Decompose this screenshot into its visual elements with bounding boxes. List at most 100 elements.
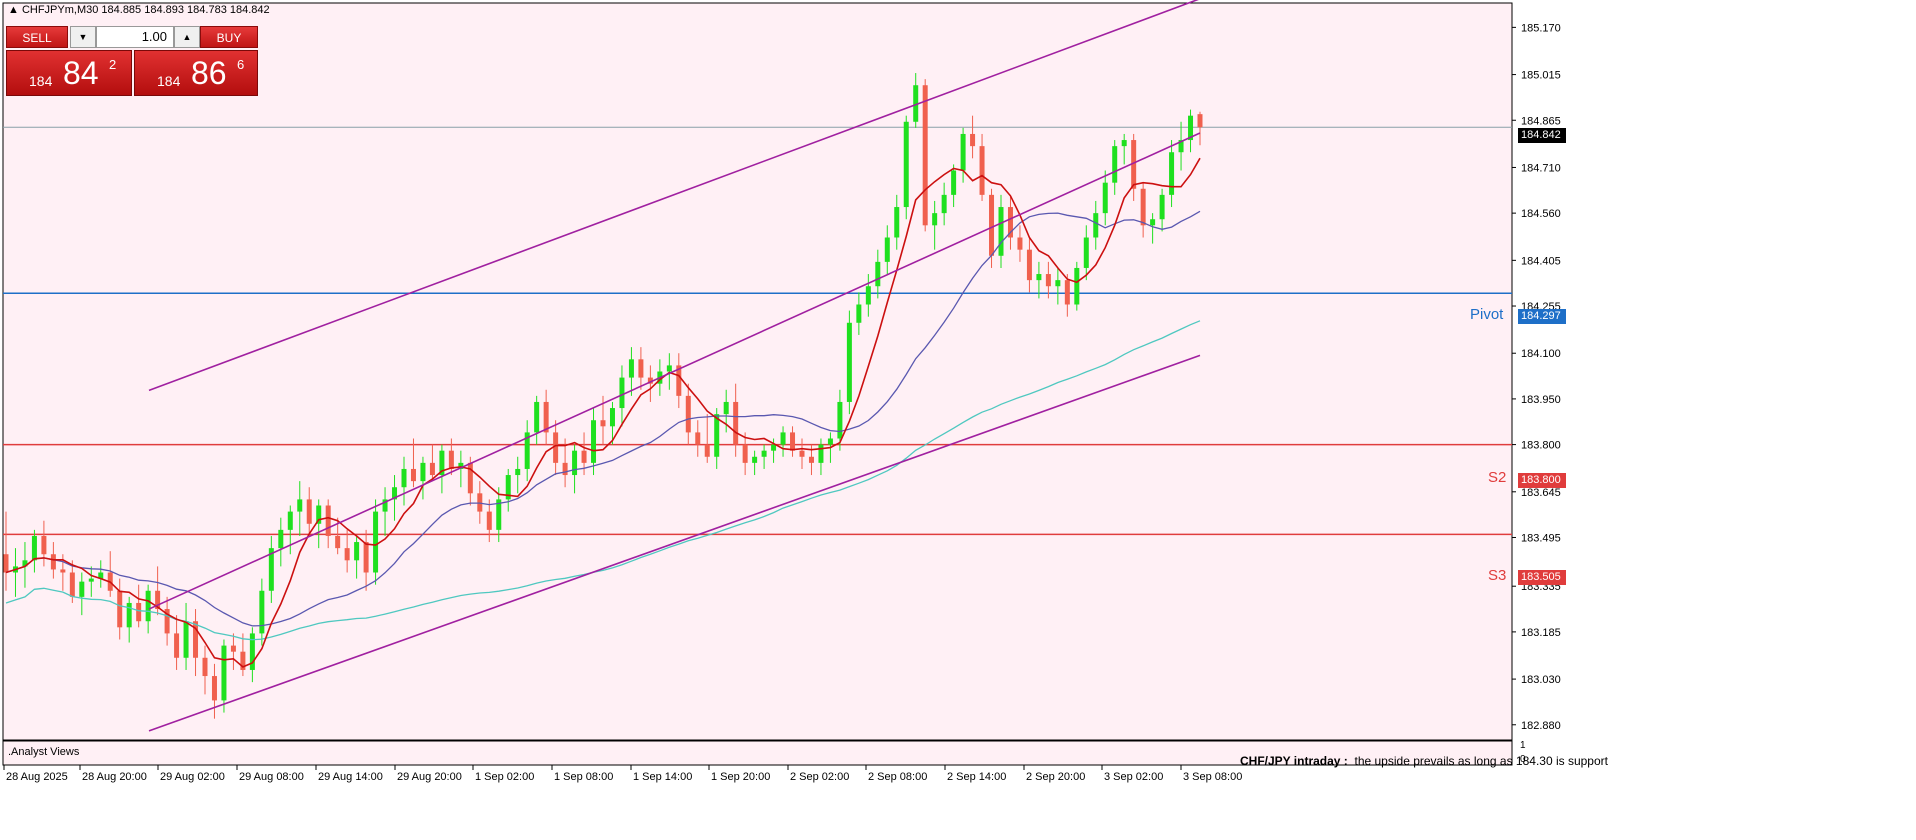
sell-price-button[interactable]: 184 84 2 bbox=[6, 50, 132, 96]
candle-body bbox=[799, 450, 805, 457]
subwindow-title: .Analyst Views bbox=[8, 746, 80, 758]
candle-body bbox=[1169, 152, 1175, 195]
candle-body bbox=[410, 468, 416, 482]
sell-price-prefix: 184 bbox=[29, 73, 53, 89]
candle-body bbox=[31, 535, 37, 561]
sell-button[interactable]: SELL bbox=[6, 26, 68, 48]
candle-body bbox=[297, 499, 303, 512]
subwindow-tick-bottom: 0 bbox=[1520, 754, 1526, 765]
candle-body bbox=[183, 621, 189, 658]
y-tick-label: 183.030 bbox=[1521, 674, 1561, 686]
x-tick-label: 29 Aug 20:00 bbox=[397, 771, 462, 783]
candle-body bbox=[951, 170, 957, 195]
candle-body bbox=[117, 590, 123, 628]
candle-body bbox=[344, 548, 350, 561]
candle-body bbox=[628, 359, 634, 378]
candle-body bbox=[420, 462, 426, 482]
candle-body bbox=[287, 511, 293, 530]
candle-body bbox=[733, 401, 739, 445]
candle-body bbox=[600, 420, 606, 427]
x-tick-label: 28 Aug 20:00 bbox=[82, 771, 147, 783]
candle-body bbox=[1074, 267, 1080, 305]
x-tick-label: 2 Sep 02:00 bbox=[790, 771, 849, 783]
chart-collapse-icon[interactable]: ▲ bbox=[8, 4, 22, 16]
candle-body bbox=[790, 432, 796, 451]
chart-area[interactable]: 185.170 185.015 184.865 184.710 184.560 184.4… bbox=[0, 0, 1916, 840]
candle-body bbox=[69, 572, 75, 597]
candle-body bbox=[562, 462, 568, 476]
price-chart[interactable]: 185.170 185.015 184.865 184.710 184.560 184.4… bbox=[0, 0, 1916, 840]
candle-body bbox=[714, 414, 720, 457]
candle-body bbox=[1159, 194, 1165, 220]
y-tick-label: 184.865 bbox=[1521, 115, 1561, 127]
candle-body bbox=[221, 645, 227, 701]
sell-price-big: 84 bbox=[63, 55, 99, 91]
y-tick-label: 183.800 bbox=[1521, 440, 1561, 452]
candle-body bbox=[742, 444, 748, 463]
candle-body bbox=[1064, 280, 1070, 305]
candle-body bbox=[202, 657, 208, 677]
candle-body bbox=[136, 602, 142, 622]
candle-body bbox=[354, 542, 360, 561]
candle-body bbox=[1112, 146, 1118, 183]
x-tick-label: 2 Sep 20:00 bbox=[1026, 771, 1085, 783]
sell-price-pip: 2 bbox=[109, 57, 117, 72]
candle-body bbox=[903, 121, 909, 208]
y-tick-label: 184.405 bbox=[1521, 255, 1561, 267]
candle-body bbox=[335, 535, 341, 549]
pivot-price-tag: 184.297 bbox=[1518, 309, 1566, 324]
candle-body bbox=[50, 554, 56, 570]
candle-body bbox=[1017, 237, 1023, 250]
x-tick-label: 1 Sep 08:00 bbox=[554, 771, 613, 783]
s3-label: S3 bbox=[1488, 567, 1507, 584]
x-tick-label: 29 Aug 08:00 bbox=[239, 771, 304, 783]
candle-body bbox=[941, 194, 947, 214]
candle-body bbox=[230, 645, 236, 652]
candle-body bbox=[1150, 219, 1156, 226]
x-tick-label: 28 Aug 2025 bbox=[6, 771, 68, 783]
x-tick-label: 2 Sep 14:00 bbox=[947, 771, 1006, 783]
candle-body bbox=[808, 456, 814, 463]
y-tick-label: 185.170 bbox=[1521, 22, 1561, 34]
candle-body bbox=[211, 676, 217, 701]
current-price-tag: 184.842 bbox=[1518, 128, 1566, 143]
s3-price-tag: 183.505 bbox=[1518, 570, 1566, 585]
candle-body bbox=[780, 432, 786, 445]
y-tick-label: 183.185 bbox=[1521, 627, 1561, 639]
candle-body bbox=[1102, 182, 1108, 214]
lot-increase-button[interactable]: ▲ bbox=[174, 26, 200, 48]
chevron-up-icon: ▲ bbox=[182, 32, 192, 42]
candle-body bbox=[515, 468, 521, 476]
candle-body bbox=[695, 432, 701, 445]
candle-body bbox=[1036, 274, 1042, 281]
y-tick-label: 183.495 bbox=[1521, 532, 1561, 544]
candle-body bbox=[609, 408, 615, 427]
buy-price-prefix: 184 bbox=[157, 73, 181, 89]
candle-body bbox=[752, 456, 758, 463]
analyst-view-text: CHF/JPY intraday : the upside prevails a… bbox=[1240, 754, 1608, 768]
candle-body bbox=[723, 401, 729, 415]
candle-body bbox=[1026, 249, 1032, 281]
candle-body bbox=[619, 377, 625, 409]
analyst-body: the upside prevails as long as 184.30 is… bbox=[1354, 754, 1608, 768]
candle-body bbox=[666, 365, 672, 372]
candle-body bbox=[846, 322, 852, 402]
candle-body bbox=[401, 468, 407, 488]
buy-button[interactable]: BUY bbox=[200, 26, 258, 48]
subwindow-tick-top: 1 bbox=[1520, 740, 1526, 751]
candle-body bbox=[534, 401, 540, 433]
candle-body bbox=[875, 261, 881, 287]
x-tick-label: 29 Aug 14:00 bbox=[318, 771, 383, 783]
plot-background bbox=[2, 2, 1513, 741]
buy-price-button[interactable]: 184 86 6 bbox=[134, 50, 258, 96]
candle-body bbox=[979, 146, 985, 195]
candle-body bbox=[259, 590, 265, 634]
pivot-label: Pivot bbox=[1470, 306, 1504, 323]
chevron-down-icon: ▼ bbox=[78, 32, 88, 42]
candle-body bbox=[145, 590, 151, 622]
candle-body bbox=[865, 286, 871, 305]
x-tick-label: 29 Aug 02:00 bbox=[160, 771, 225, 783]
lot-size-input[interactable]: 1.00 bbox=[96, 26, 174, 48]
lot-decrease-button[interactable]: ▼ bbox=[70, 26, 96, 48]
candle-body bbox=[448, 450, 454, 469]
